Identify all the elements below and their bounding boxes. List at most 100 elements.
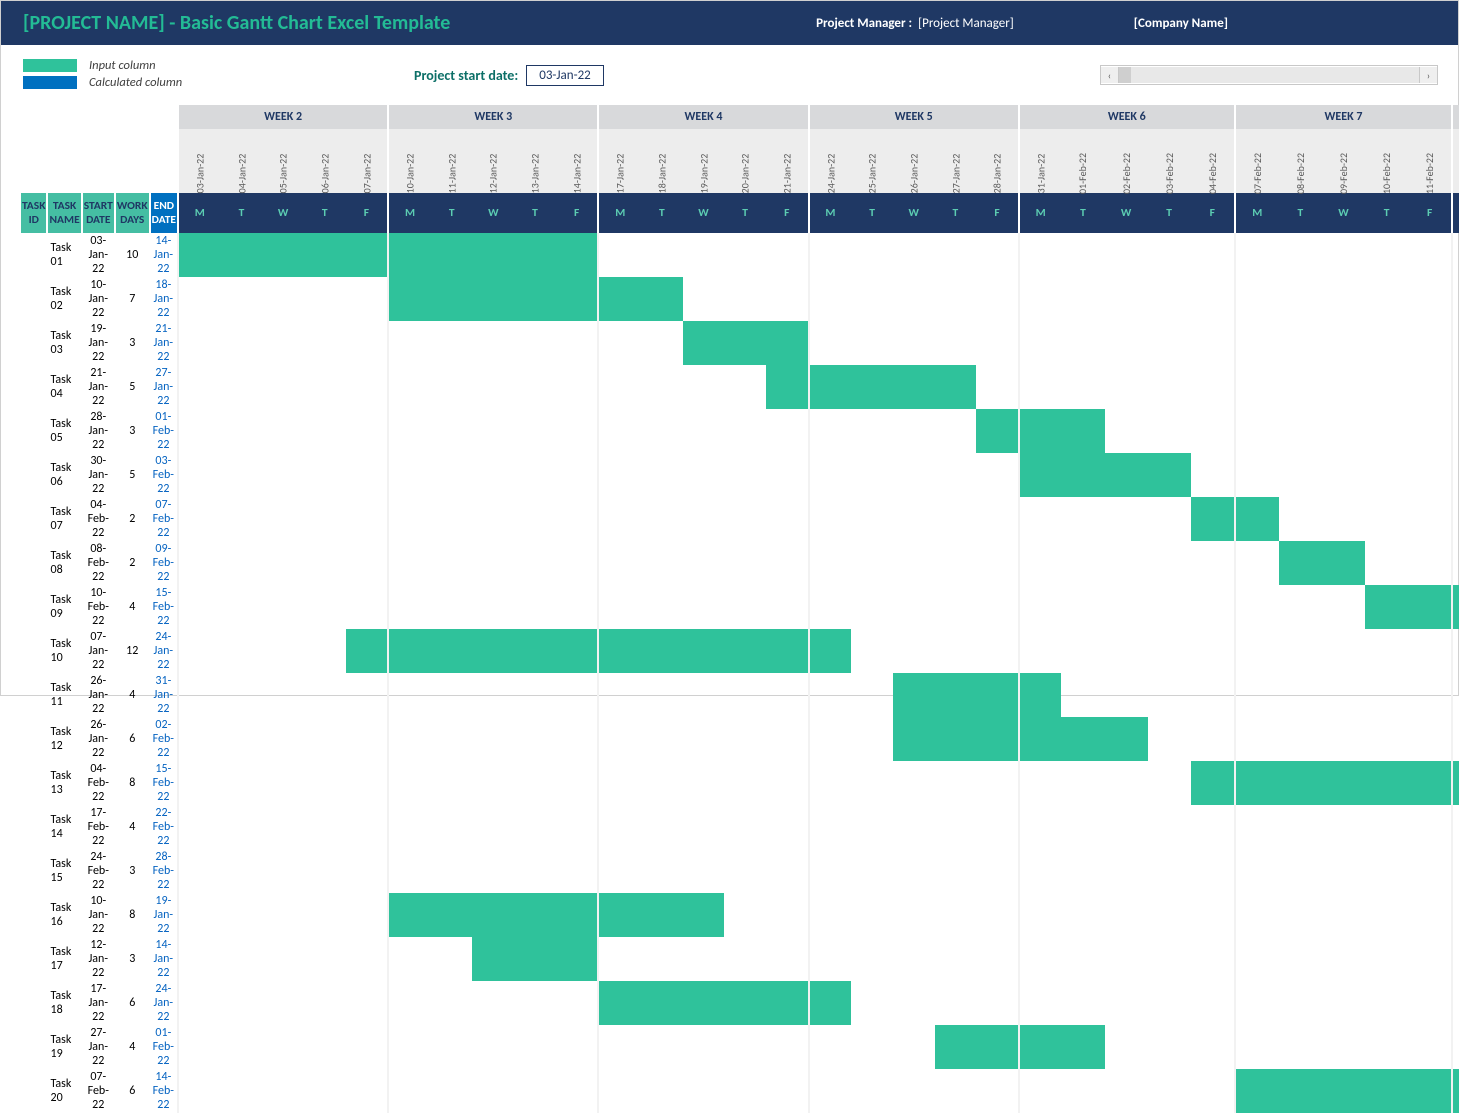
task-workdays-cell[interactable]: 3 [115, 937, 150, 981]
task-start-cell[interactable]: 26-Jan-22 [82, 717, 115, 761]
task-name-cell[interactable]: Task 10 [47, 629, 81, 673]
task-workdays-cell[interactable]: 10 [115, 233, 150, 277]
table-row[interactable]: Task 0808-Feb-22209-Feb-22 [21, 541, 1459, 585]
task-workdays-cell[interactable]: 7 [115, 277, 150, 321]
table-row[interactable]: Task 0910-Feb-22415-Feb-22 [21, 585, 1459, 629]
scroll-thumb[interactable] [1119, 67, 1131, 83]
task-name-cell[interactable]: Task 12 [47, 717, 81, 761]
task-start-cell[interactable]: 27-Jan-22 [82, 1025, 115, 1069]
task-name-cell[interactable]: Task 17 [47, 937, 81, 981]
task-name-cell[interactable]: Task 14 [47, 805, 81, 849]
task-id-cell[interactable] [21, 365, 47, 409]
task-id-cell[interactable] [21, 805, 47, 849]
task-name-cell[interactable]: Task 19 [47, 1025, 81, 1069]
task-id-cell[interactable] [21, 937, 47, 981]
task-workdays-cell[interactable]: 8 [115, 893, 150, 937]
task-id-cell[interactable] [21, 893, 47, 937]
task-workdays-cell[interactable]: 6 [115, 717, 150, 761]
scroll-right-button[interactable]: › [1419, 67, 1437, 83]
task-id-cell[interactable] [21, 277, 47, 321]
task-start-cell[interactable]: 28-Jan-22 [82, 409, 115, 453]
table-row[interactable]: Task 0319-Jan-22321-Jan-22 [21, 321, 1459, 365]
task-workdays-cell[interactable]: 5 [115, 365, 150, 409]
task-id-cell[interactable] [21, 981, 47, 1025]
task-name-cell[interactable]: Task 11 [47, 673, 81, 717]
task-id-cell[interactable] [21, 409, 47, 453]
task-name-cell[interactable]: Task 05 [47, 409, 81, 453]
task-workdays-cell[interactable]: 4 [115, 1025, 150, 1069]
task-id-cell[interactable] [21, 453, 47, 497]
task-id-cell[interactable] [21, 541, 47, 585]
table-row[interactable]: Task 1712-Jan-22314-Jan-22 [21, 937, 1459, 981]
table-row[interactable]: Task 1226-Jan-22602-Feb-22 [21, 717, 1459, 761]
task-name-cell[interactable]: Task 02 [47, 277, 81, 321]
table-row[interactable]: Task 1817-Jan-22624-Jan-22 [21, 981, 1459, 1025]
scroll-track[interactable] [1119, 67, 1419, 83]
task-start-cell[interactable]: 04-Feb-22 [82, 497, 115, 541]
task-id-cell[interactable] [21, 1069, 47, 1113]
task-name-cell[interactable]: Task 16 [47, 893, 81, 937]
table-row[interactable]: Task 0528-Jan-22301-Feb-22 [21, 409, 1459, 453]
table-row[interactable]: Task 1007-Jan-221224-Jan-22 [21, 629, 1459, 673]
task-workdays-cell[interactable]: 8 [115, 761, 150, 805]
task-workdays-cell[interactable]: 6 [115, 981, 150, 1025]
task-workdays-cell[interactable]: 4 [115, 673, 150, 717]
task-id-cell[interactable] [21, 1025, 47, 1069]
task-start-cell[interactable]: 26-Jan-22 [82, 673, 115, 717]
task-name-cell[interactable]: Task 20 [47, 1069, 81, 1113]
table-row[interactable]: Task 1524-Feb-22328-Feb-22 [21, 849, 1459, 893]
scroll-left-button[interactable]: ‹ [1101, 67, 1119, 83]
table-row[interactable]: Task 1126-Jan-22431-Jan-22 [21, 673, 1459, 717]
company-name[interactable]: [Company Name] [1134, 16, 1458, 31]
task-start-cell[interactable]: 07-Feb-22 [82, 1069, 115, 1113]
task-id-cell[interactable] [21, 321, 47, 365]
task-start-cell[interactable]: 21-Jan-22 [82, 365, 115, 409]
task-id-cell[interactable] [21, 497, 47, 541]
table-row[interactable]: Task 1610-Jan-22819-Jan-22 [21, 893, 1459, 937]
task-start-cell[interactable]: 12-Jan-22 [82, 937, 115, 981]
task-id-cell[interactable] [21, 233, 47, 277]
task-name-cell[interactable]: Task 09 [47, 585, 81, 629]
task-name-cell[interactable]: Task 18 [47, 981, 81, 1025]
task-start-cell[interactable]: 30-Jan-22 [82, 453, 115, 497]
task-name-cell[interactable]: Task 13 [47, 761, 81, 805]
task-name-cell[interactable]: Task 04 [47, 365, 81, 409]
task-name-cell[interactable]: Task 06 [47, 453, 81, 497]
task-start-cell[interactable]: 04-Feb-22 [82, 761, 115, 805]
task-start-cell[interactable]: 17-Jan-22 [82, 981, 115, 1025]
task-name-cell[interactable]: Task 08 [47, 541, 81, 585]
task-workdays-cell[interactable]: 3 [115, 321, 150, 365]
task-id-cell[interactable] [21, 761, 47, 805]
table-row[interactable]: Task 0210-Jan-22718-Jan-22 [21, 277, 1459, 321]
table-row[interactable]: Task 1304-Feb-22815-Feb-22 [21, 761, 1459, 805]
task-workdays-cell[interactable]: 3 [115, 849, 150, 893]
task-name-cell[interactable]: Task 15 [47, 849, 81, 893]
timeline-scrollbar[interactable]: ‹ › [1100, 65, 1438, 85]
task-name-cell[interactable]: Task 03 [47, 321, 81, 365]
task-start-cell[interactable]: 17-Feb-22 [82, 805, 115, 849]
task-workdays-cell[interactable]: 4 [115, 805, 150, 849]
task-id-cell[interactable] [21, 629, 47, 673]
task-start-cell[interactable]: 10-Jan-22 [82, 893, 115, 937]
task-start-cell[interactable]: 10-Feb-22 [82, 585, 115, 629]
table-row[interactable]: Task 0704-Feb-22207-Feb-22 [21, 497, 1459, 541]
task-name-cell[interactable]: Task 07 [47, 497, 81, 541]
task-start-cell[interactable]: 24-Feb-22 [82, 849, 115, 893]
task-id-cell[interactable] [21, 673, 47, 717]
table-row[interactable]: Task 1927-Jan-22401-Feb-22 [21, 1025, 1459, 1069]
task-workdays-cell[interactable]: 2 [115, 497, 150, 541]
task-workdays-cell[interactable]: 5 [115, 453, 150, 497]
table-row[interactable]: Task 0630-Jan-22503-Feb-22 [21, 453, 1459, 497]
task-name-cell[interactable]: Task 01 [47, 233, 81, 277]
task-id-cell[interactable] [21, 585, 47, 629]
task-start-cell[interactable]: 08-Feb-22 [82, 541, 115, 585]
table-row[interactable]: Task 0421-Jan-22527-Jan-22 [21, 365, 1459, 409]
table-row[interactable]: Task 0103-Jan-221014-Jan-22 [21, 233, 1459, 277]
task-workdays-cell[interactable]: 12 [115, 629, 150, 673]
table-row[interactable]: Task 1417-Feb-22422-Feb-22 [21, 805, 1459, 849]
task-workdays-cell[interactable]: 2 [115, 541, 150, 585]
pm-value[interactable]: [Project Manager] [918, 16, 1134, 31]
task-workdays-cell[interactable]: 6 [115, 1069, 150, 1113]
table-row[interactable]: Task 2007-Feb-22614-Feb-22 [21, 1069, 1459, 1113]
start-date-input[interactable]: 03-Jan-22 [526, 65, 604, 86]
